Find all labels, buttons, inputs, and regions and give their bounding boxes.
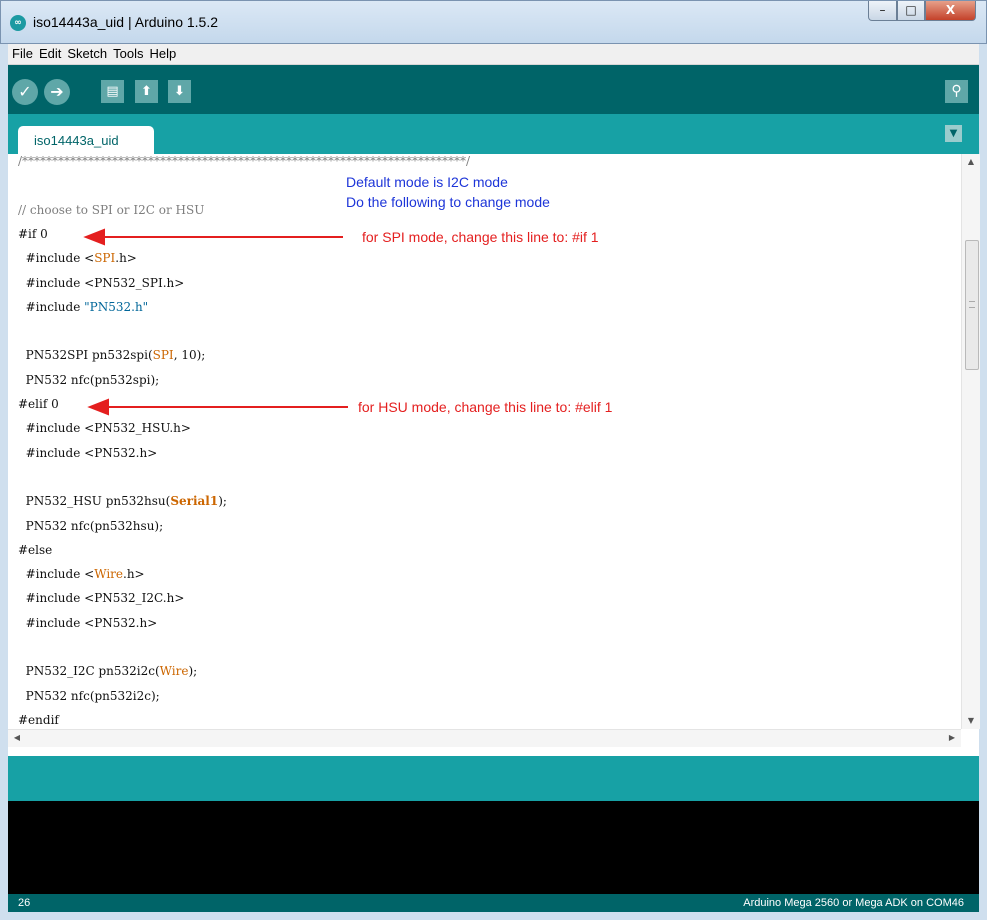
horizontal-scrollbar[interactable]: ◀ ▶ [8,729,961,747]
board-port-label: Arduino Mega 2560 or Mega ADK on COM46 [743,897,964,909]
arduino-logo-icon: ∞ [10,15,26,31]
spi-arrowhead-icon [83,228,105,246]
checkmark-icon: ✓ [18,82,32,101]
vertical-scrollbar[interactable]: ▲ ▼ [961,154,980,729]
verify-button[interactable]: ✓ [12,79,38,105]
new-button[interactable]: ▤ [101,80,124,103]
window-title: iso14443a_uid | Arduino 1.5.2 [33,14,219,30]
open-button[interactable]: ⬆ [135,80,158,103]
scroll-left-arrow-icon[interactable]: ◀ [8,730,26,746]
menu-bar: File Edit Sketch Tools Help [8,44,979,65]
vertical-scroll-thumb[interactable] [965,240,979,370]
menu-file[interactable]: File [10,44,35,63]
maximize-button[interactable]: □ [897,1,925,21]
toolbar: ✓ ➔ ▤ ⬆ ⬇ ⚲ [8,65,979,114]
tab-iso14443a-uid[interactable]: iso14443a_uid [18,126,154,154]
hsu-arrowhead-icon [87,398,109,416]
tab-label: iso14443a_uid [34,133,119,148]
arrow-down-icon: ⬇ [174,84,185,99]
minimize-button[interactable]: – [868,1,897,21]
menu-edit[interactable]: Edit [37,44,63,63]
menu-sketch[interactable]: Sketch [65,44,109,63]
tab-strip: iso14443a_uid ▼ [8,114,979,154]
new-file-icon: ▤ [106,84,119,99]
status-footer: 26 Arduino Mega 2560 or Mega ADK on COM4… [8,894,979,912]
message-area [8,756,979,801]
menu-tools[interactable]: Tools [111,44,145,63]
arrow-right-icon: ➔ [50,82,64,101]
code-editor[interactable]: /***************************************… [8,154,980,756]
scroll-up-arrow-icon[interactable]: ▲ [962,154,980,170]
close-button[interactable]: X [925,1,976,21]
tab-menu-button[interactable]: ▼ [945,125,962,142]
magnifier-icon: ⚲ [951,83,962,99]
scroll-down-arrow-icon[interactable]: ▼ [962,713,980,729]
console-output[interactable] [8,801,979,894]
annotation-arrows [83,228,348,416]
menu-help[interactable]: Help [147,44,178,63]
upload-button[interactable]: ➔ [44,79,70,105]
triangle-down-icon: ▼ [949,128,958,139]
save-button[interactable]: ⬇ [168,80,191,103]
window-title-bar: ∞ iso14443a_uid | Arduino 1.5.2 – □ X [0,0,987,44]
serial-monitor-button[interactable]: ⚲ [945,80,968,103]
arrow-up-icon: ⬆ [141,84,152,99]
scroll-right-arrow-icon[interactable]: ▶ [943,730,961,746]
line-number: 26 [18,897,31,909]
ide-client-area: File Edit Sketch Tools Help ✓ ➔ ▤ ⬆ ⬇ ⚲ iso1… [8,44,980,912]
